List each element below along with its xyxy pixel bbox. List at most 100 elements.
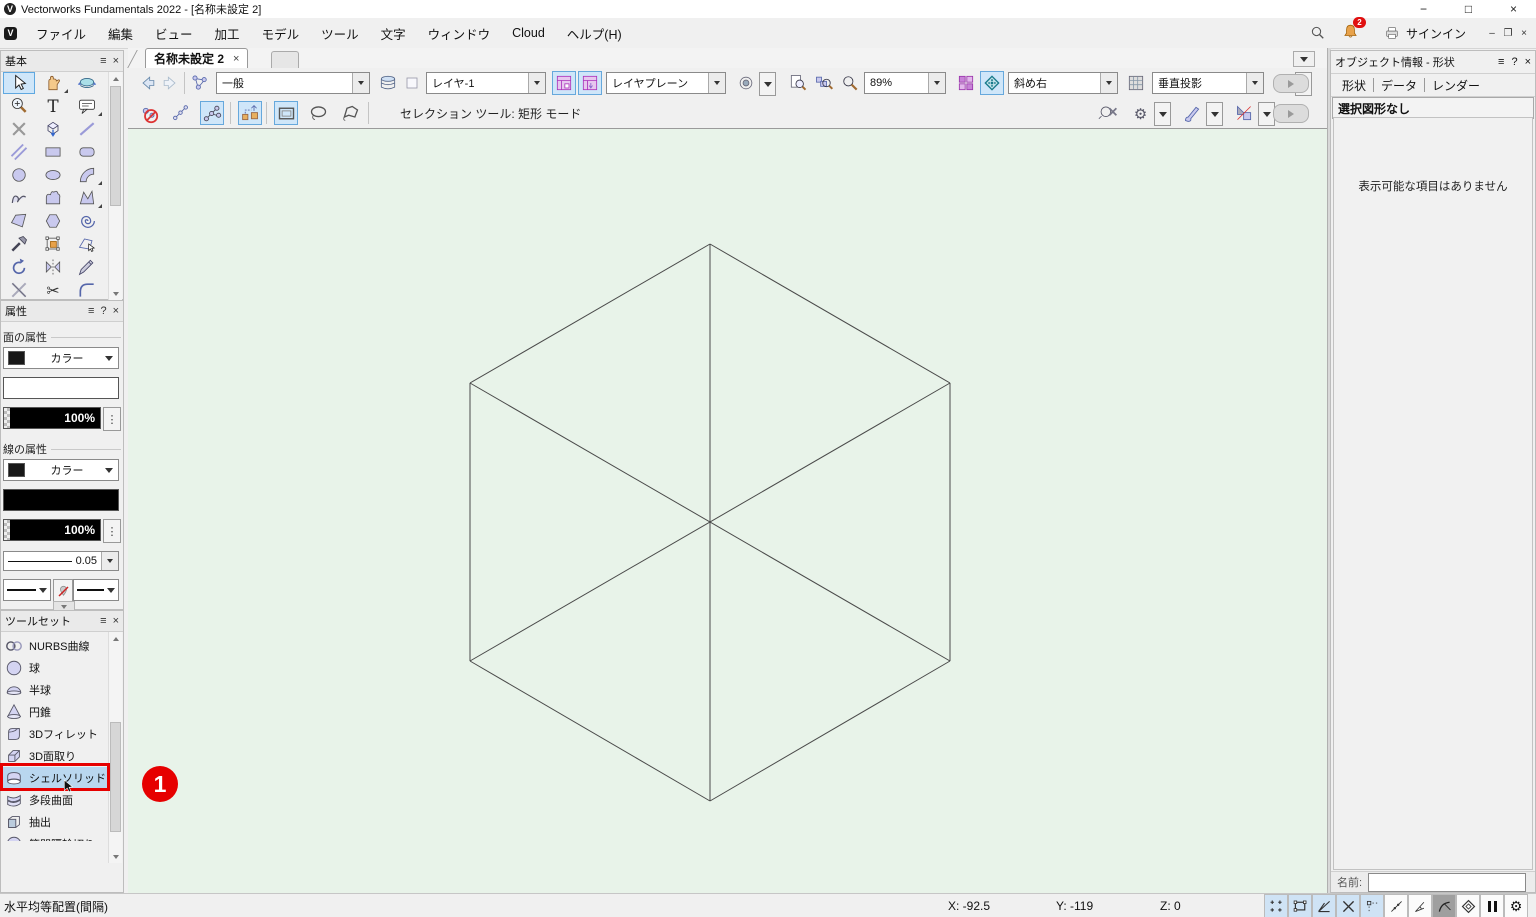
tab-shape[interactable]: 形状 [1335, 77, 1373, 94]
palette-close-icon[interactable]: × [113, 615, 119, 627]
class-visibility-icon[interactable] [552, 71, 576, 95]
line-thickness-select[interactable]: 0.05 [3, 551, 119, 571]
palette-help-icon[interactable]: ? [100, 305, 106, 317]
tool-fillet[interactable] [71, 279, 103, 301]
zoom-level-select[interactable]: 89% [864, 72, 946, 94]
tool-regular-polygon[interactable] [37, 210, 69, 232]
snap-working-plane-button[interactable] [1456, 894, 1480, 917]
tab-close-icon[interactable]: × [233, 53, 239, 65]
toolset-item-contour[interactable]: 等間隔輪切り [2, 833, 108, 841]
tool-rectangle[interactable] [37, 141, 69, 163]
pause-snapping-button[interactable] [1480, 894, 1504, 917]
snap-settings-button[interactable]: ⚙ [1504, 894, 1528, 917]
plane-select[interactable]: レイヤプレーン [606, 72, 726, 94]
snap-smart-edge-button[interactable] [1408, 894, 1432, 917]
tool-eyedropper[interactable] [3, 233, 35, 255]
drag-mode-icon[interactable] [238, 101, 262, 125]
attribute-brush-icon[interactable] [1180, 101, 1204, 125]
drawing-canvas[interactable] [128, 128, 1327, 894]
maximize-button[interactable]: □ [1446, 0, 1491, 18]
menu-item-6[interactable]: ツール [310, 18, 370, 48]
multiple-views-icon[interactable] [954, 71, 978, 95]
object-name-input[interactable] [1368, 872, 1527, 892]
zoom-dropdown-icon[interactable] [928, 73, 945, 93]
toolset-item-hemisphere[interactable]: 半球 [2, 679, 108, 701]
tool-zoom[interactable] [3, 95, 35, 117]
tool-pushpull[interactable] [37, 118, 69, 140]
menu-item-9[interactable]: Cloud [501, 18, 556, 48]
projection-select[interactable]: 垂直投影 [1152, 72, 1264, 94]
menu-item-8[interactable]: ウィンドウ [417, 18, 502, 48]
document-tab[interactable]: 名称未設定 2 × [145, 48, 249, 68]
tool-flyover[interactable] [71, 72, 103, 94]
tool-callout[interactable] [71, 95, 103, 117]
toolset-scrollbar[interactable] [108, 632, 122, 863]
menu-item-2[interactable]: 編集 [97, 18, 144, 48]
snap-smart-point-button[interactable] [1360, 894, 1384, 917]
high-detail-selection-icon[interactable] [200, 101, 224, 125]
mdi-restore-button[interactable]: ❐ [1500, 28, 1516, 39]
tool-freehand[interactable] [3, 187, 35, 209]
snap-curve-button[interactable] [1432, 894, 1456, 917]
tool-circle[interactable] [3, 164, 35, 186]
layer-options-icon[interactable] [400, 71, 424, 95]
modebar-overflow-button[interactable] [1273, 104, 1309, 123]
tool-polyline[interactable] [71, 187, 103, 209]
view-options-icon[interactable] [734, 71, 758, 95]
tool-double-line[interactable] [3, 141, 35, 163]
tab-render[interactable]: レンダー [1425, 77, 1487, 94]
tool-selection[interactable] [3, 72, 35, 94]
pen-color-preview[interactable] [3, 489, 119, 511]
fill-style-select[interactable]: カラー [3, 347, 119, 369]
tool-reshape[interactable] [71, 233, 103, 255]
tool-arc[interactable] [71, 164, 103, 186]
close-button[interactable]: × [1491, 0, 1536, 18]
snap-angle-button[interactable] [1312, 894, 1336, 917]
view-direction-select[interactable]: 斜め右 [1008, 72, 1118, 94]
view-options-dropdown-icon[interactable] [759, 72, 776, 96]
layer-dropdown-icon[interactable] [528, 73, 545, 93]
tool-line[interactable] [71, 118, 103, 140]
forward-view-button[interactable] [158, 71, 182, 95]
toolbar-overflow-button[interactable] [1273, 74, 1309, 93]
marquee-mode-icon[interactable] [274, 101, 298, 125]
palette-close-icon[interactable]: × [113, 55, 119, 67]
layer-select[interactable]: レイヤ-1 [426, 72, 546, 94]
pen-style-select[interactable]: カラー [3, 459, 119, 481]
tool-delete[interactable] [3, 118, 35, 140]
tool-offset[interactable] [71, 256, 103, 278]
snap-grid-button[interactable] [1264, 894, 1288, 917]
layer-stack-icon[interactable] [376, 71, 400, 95]
mdi-close-button[interactable]: × [1516, 28, 1532, 39]
palette-close-icon[interactable]: × [113, 305, 119, 317]
menu-item-10[interactable]: ヘルプ(H) [556, 18, 633, 48]
toolset-item-loft[interactable]: 多段曲面 [2, 789, 108, 811]
menu-item-1[interactable]: ファイル [25, 18, 97, 48]
mdi-minimize-button[interactable]: – [1484, 28, 1500, 39]
back-view-button[interactable] [136, 71, 160, 95]
tab-data[interactable]: データ [1374, 77, 1424, 94]
tool-mirror[interactable] [37, 256, 69, 278]
toolset-item-sphere[interactable]: 球 [2, 657, 108, 679]
panel-help-icon[interactable]: ? [1511, 56, 1517, 68]
line-style-select[interactable] [3, 579, 51, 601]
snap-object-button[interactable] [1288, 894, 1312, 917]
saved-view-dropdown-icon[interactable] [352, 73, 369, 93]
zoom-icon[interactable] [838, 71, 862, 95]
pen-opacity-menu-button[interactable]: ⋮ [103, 519, 121, 543]
tool-spiral[interactable] [71, 210, 103, 232]
low-detail-selection-icon[interactable] [168, 101, 192, 125]
scroll-down-icon[interactable] [109, 850, 122, 863]
tool-pan[interactable] [37, 72, 69, 94]
menu-item-3[interactable]: ビュー [144, 18, 204, 48]
tool-arch[interactable] [37, 187, 69, 209]
tool-rounded-rectangle[interactable] [71, 141, 103, 163]
tool-trim[interactable] [3, 279, 35, 301]
snapping-icon[interactable] [1096, 101, 1120, 125]
fill-color-preview[interactable] [3, 377, 119, 399]
unified-view-icon[interactable] [980, 71, 1004, 95]
selection-filter-icon[interactable] [1232, 101, 1256, 125]
saved-views-icon[interactable] [188, 71, 212, 95]
tab-list-dropdown[interactable] [1293, 51, 1315, 67]
fit-to-page-icon[interactable] [786, 71, 810, 95]
